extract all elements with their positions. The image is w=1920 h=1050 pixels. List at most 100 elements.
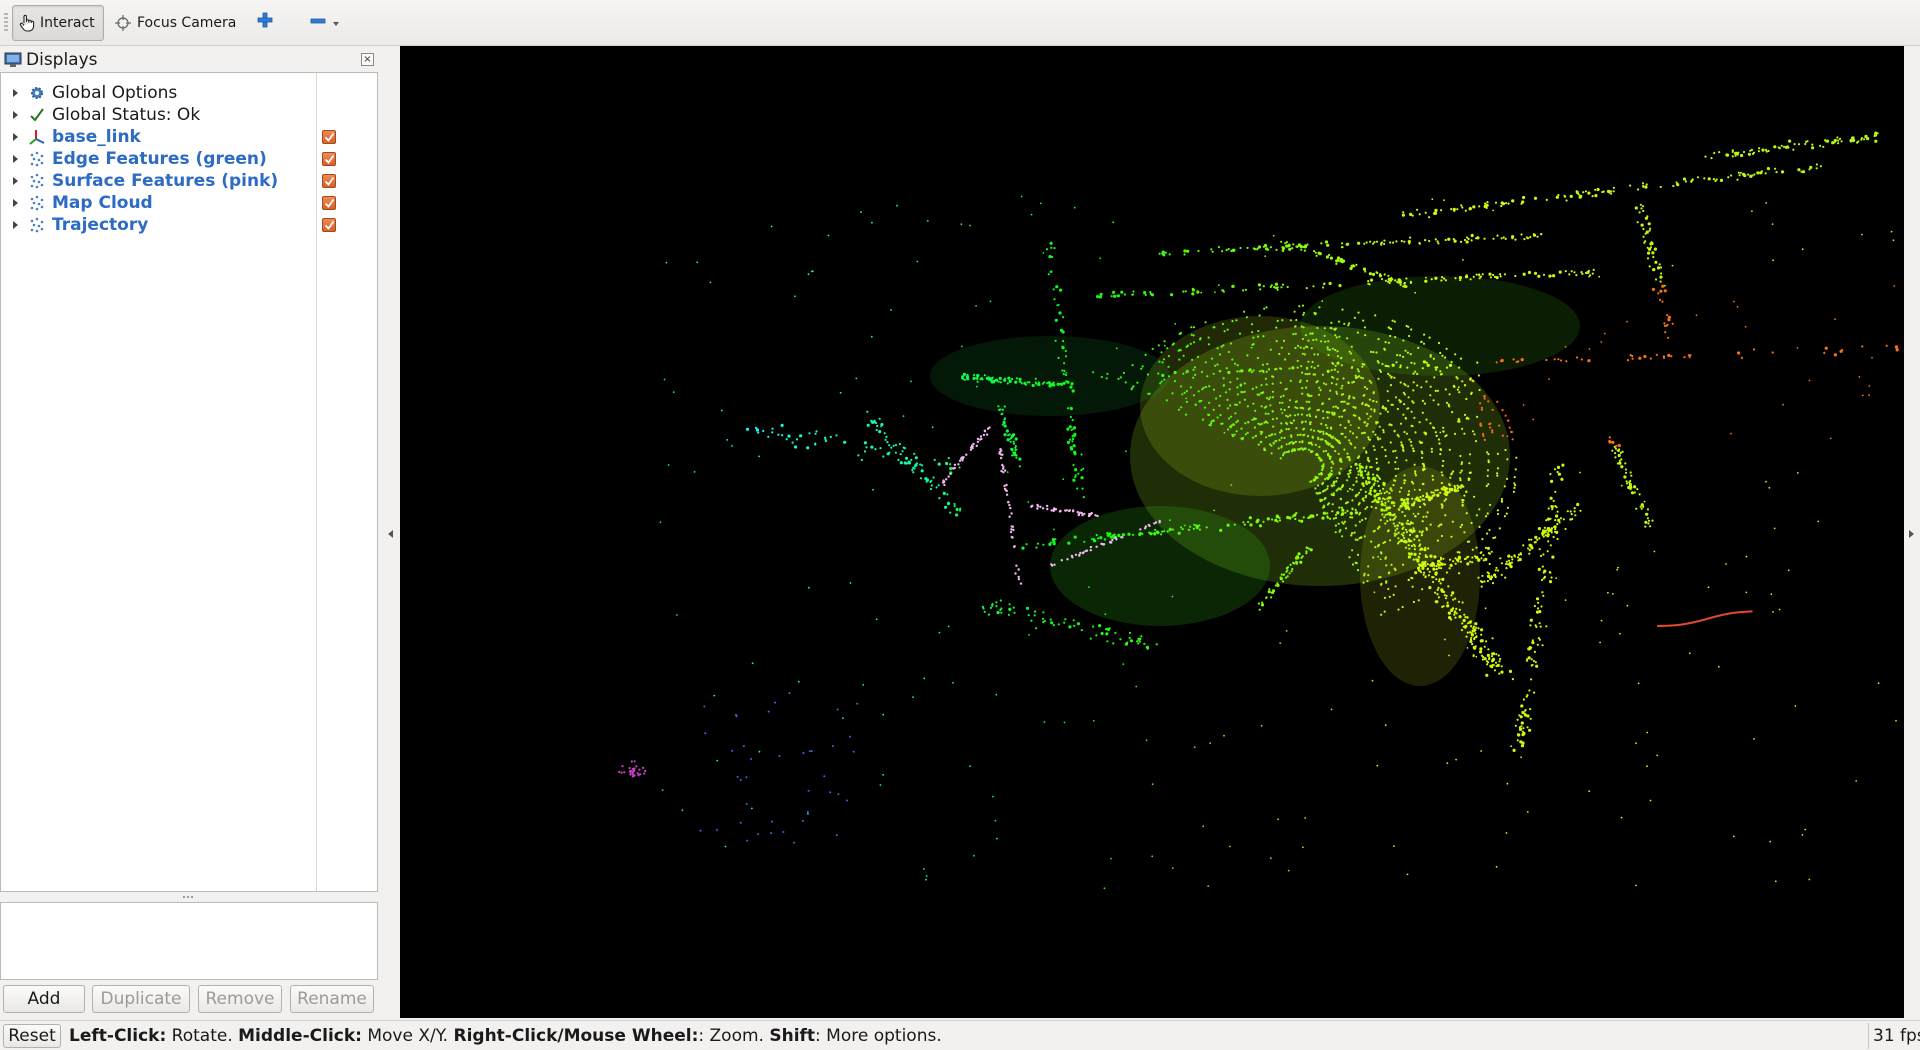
cloud-point xyxy=(1387,496,1390,499)
tree-row-trajectory[interactable]: Trajectory xyxy=(1,214,377,236)
cloud-point xyxy=(912,466,915,469)
cloud-point xyxy=(1382,431,1385,434)
cloud-point xyxy=(1353,531,1356,534)
cloud-point xyxy=(972,376,976,380)
cloud-point xyxy=(1390,489,1393,492)
tree-row-map-cloud[interactable]: Map Cloud xyxy=(1,192,377,214)
cloud-point xyxy=(1536,538,1539,541)
cloud-point xyxy=(1657,292,1660,295)
visibility-checkbox[interactable] xyxy=(322,196,336,210)
cloud-point xyxy=(965,375,970,379)
cloud-point xyxy=(1009,437,1012,440)
cloud-point xyxy=(1220,345,1223,348)
cloud-point xyxy=(1367,565,1370,568)
cloud-point xyxy=(1493,669,1497,672)
3d-render-viewport[interactable] xyxy=(400,46,1904,1018)
cloud-point xyxy=(1861,345,1864,348)
expand-arrow-icon[interactable] xyxy=(13,89,18,97)
expand-arrow-icon[interactable] xyxy=(13,133,18,141)
cloud-point xyxy=(1365,465,1368,468)
cloud-point xyxy=(1440,279,1443,282)
panel-close-button[interactable]: × xyxy=(361,53,374,66)
expand-arrow-icon[interactable] xyxy=(13,177,18,185)
remove-display-button[interactable]: Remove xyxy=(198,985,282,1013)
tree-row-base-link[interactable]: base_link xyxy=(1,126,377,148)
cloud-point xyxy=(1774,880,1777,883)
cloud-point xyxy=(1480,628,1484,632)
tree-row-edge-features[interactable]: Edge Features (green) xyxy=(1,148,377,170)
cloud-point xyxy=(1421,399,1424,402)
cloud-point xyxy=(1349,511,1353,515)
add-tool-button[interactable] xyxy=(257,12,273,32)
cloud-point xyxy=(1106,640,1109,643)
reset-button[interactable]: Reset xyxy=(3,1024,61,1048)
expand-arrow-icon[interactable] xyxy=(13,199,18,207)
cloud-point xyxy=(1330,321,1333,324)
cloud-point xyxy=(1403,482,1406,485)
cloud-point xyxy=(1310,347,1313,350)
cloud-point xyxy=(1500,499,1503,502)
cloud-point xyxy=(1483,438,1486,441)
cloud-point xyxy=(1068,625,1072,629)
right-panel-collapse-handle[interactable] xyxy=(1904,46,1920,1020)
left-panel-collapse-handle[interactable] xyxy=(378,46,400,1020)
cloud-point xyxy=(1737,171,1740,174)
remove-tool-button[interactable] xyxy=(310,15,340,33)
cloud-point xyxy=(1377,484,1380,488)
visibility-checkbox[interactable] xyxy=(322,218,336,232)
cloud-point xyxy=(1528,552,1531,555)
expand-arrow-icon[interactable] xyxy=(13,221,18,229)
cloud-point xyxy=(969,448,973,451)
cloud-point xyxy=(1696,176,1700,179)
cloud-point xyxy=(777,433,780,436)
tree-row-global-status[interactable]: Global Status: Ok xyxy=(1,104,377,126)
cloud-point xyxy=(1411,522,1414,525)
cloud-point xyxy=(976,380,979,383)
cloud-point xyxy=(1128,636,1131,640)
cloud-point xyxy=(1053,528,1055,531)
expand-arrow-icon[interactable] xyxy=(13,155,18,163)
cloud-point xyxy=(1359,462,1361,465)
add-display-button[interactable]: Add xyxy=(3,985,85,1013)
cloud-point xyxy=(1649,246,1652,249)
duplicate-display-button[interactable]: Duplicate xyxy=(92,985,190,1013)
cloud-point xyxy=(1347,324,1350,327)
cloud-point xyxy=(1895,719,1897,722)
cloud-point xyxy=(1403,479,1406,482)
expand-arrow-icon[interactable] xyxy=(13,111,18,119)
toolbar-grip[interactable] xyxy=(4,13,8,33)
cloud-point xyxy=(1629,488,1632,491)
tree-row-surface-features[interactable]: Surface Features (pink) xyxy=(1,170,377,192)
cloud-point xyxy=(1329,326,1332,330)
visibility-checkbox[interactable] xyxy=(322,174,336,188)
cloud-point xyxy=(1452,560,1455,563)
cloud-point xyxy=(1756,171,1760,175)
cloud-point xyxy=(1550,576,1553,579)
cloud-point xyxy=(1262,520,1265,523)
cloud-point xyxy=(1644,525,1647,528)
interact-tool-button[interactable]: Interact xyxy=(12,5,104,41)
cloud-point xyxy=(1428,336,1431,339)
cloud-point xyxy=(1439,351,1442,355)
cloud-point xyxy=(751,807,753,810)
cloud-point xyxy=(1481,574,1484,578)
visibility-checkbox[interactable] xyxy=(322,130,336,144)
panel-splitter-handle[interactable] xyxy=(0,894,378,900)
cloud-point xyxy=(1310,394,1313,397)
focus-camera-tool-button[interactable]: Focus Camera xyxy=(114,5,236,41)
rename-display-button[interactable]: Rename xyxy=(290,985,374,1013)
cloud-point xyxy=(1337,522,1340,525)
tree-row-global-options[interactable]: Global Options xyxy=(1,82,377,104)
cloud-point xyxy=(1530,664,1533,667)
cloud-point xyxy=(1305,386,1308,389)
cloud-point xyxy=(1730,174,1733,177)
visibility-checkbox[interactable] xyxy=(322,152,336,166)
cloud-point xyxy=(1209,742,1212,744)
cloud-point xyxy=(1480,424,1483,427)
cloud-point xyxy=(1868,394,1870,397)
cloud-point xyxy=(1251,436,1255,439)
cloud-point xyxy=(1331,411,1334,414)
cloud-point xyxy=(1299,380,1302,384)
cloud-point xyxy=(787,434,791,438)
cloud-point xyxy=(1286,566,1290,569)
